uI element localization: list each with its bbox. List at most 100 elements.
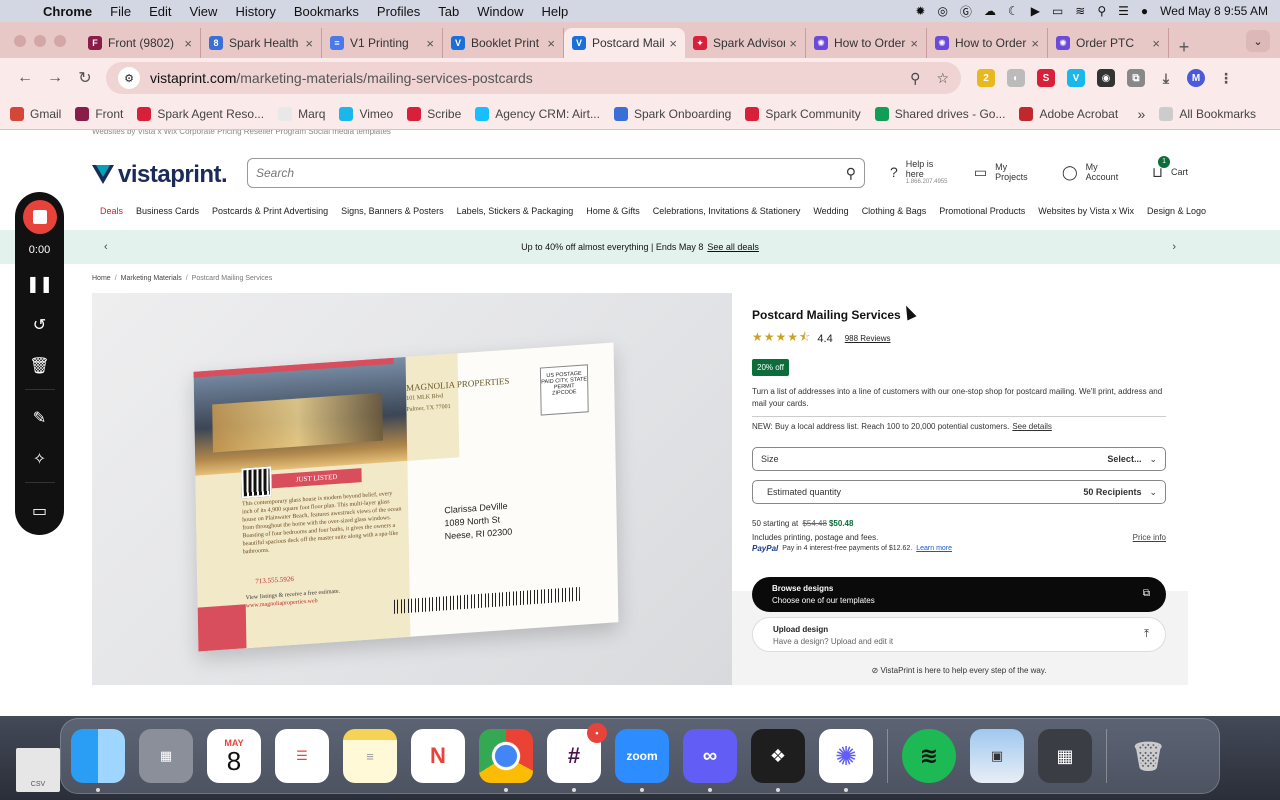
see-details-link[interactable]: See details: [1012, 422, 1052, 431]
profile-avatar[interactable]: M: [1187, 69, 1205, 87]
bookmark-item[interactable]: Scribe: [407, 106, 461, 121]
extension-grey-icon[interactable]: ◐: [1007, 69, 1025, 87]
bookmark-star-icon[interactable]: ☆: [936, 70, 949, 87]
restart-icon[interactable]: ↺: [25, 312, 55, 338]
close-window-button[interactable]: [14, 35, 26, 47]
menu-tab[interactable]: Tab: [429, 4, 468, 19]
breadcrumb-marketing-materials[interactable]: Marketing Materials: [121, 275, 182, 282]
nav-item[interactable]: Wedding: [813, 206, 848, 216]
help-link[interactable]: ? Help is here 1.866.207.4955: [890, 159, 952, 185]
play-icon[interactable]: ▶: [1031, 4, 1040, 18]
my-account-link[interactable]: ◯ My Account: [1062, 162, 1130, 182]
address-bar[interactable]: ⚙ vistaprint.com/marketing-materials/mai…: [106, 62, 961, 94]
close-tab-icon[interactable]: ×: [1031, 36, 1039, 51]
wifi-icon[interactable]: ≋: [1075, 4, 1085, 18]
close-tab-icon[interactable]: ×: [184, 36, 192, 51]
menu-history[interactable]: History: [226, 4, 284, 19]
site-info-icon[interactable]: ⚙: [118, 67, 140, 89]
nav-item[interactable]: Clothing & Bags: [862, 206, 927, 216]
zoom-icon[interactable]: zoom: [615, 729, 669, 792]
bookmark-item[interactable]: Adobe Acrobat: [1019, 106, 1118, 121]
promo-next-chevron-icon[interactable]: ›: [1172, 241, 1176, 253]
breadcrumb-home[interactable]: Home: [92, 275, 111, 282]
pencil-icon[interactable]: ✎: [25, 405, 55, 431]
tab-1[interactable]: 8 Spark Health ×: [201, 28, 322, 58]
moon-icon[interactable]: ☾: [1008, 4, 1019, 18]
tab-search-chevron-icon[interactable]: ⌄: [1246, 30, 1270, 52]
close-tab-icon[interactable]: ×: [426, 36, 434, 51]
nav-item[interactable]: Celebrations, Invitations & Stationery: [653, 206, 801, 216]
menu-edit[interactable]: Edit: [140, 4, 180, 19]
paypal-learn-more-link[interactable]: Learn more: [916, 545, 952, 552]
nav-item[interactable]: Deals: [100, 206, 123, 216]
bookmark-item[interactable]: Spark Onboarding: [613, 106, 731, 121]
close-tab-icon[interactable]: ×: [547, 36, 555, 51]
tab-3[interactable]: V Booklet Print ×: [443, 28, 564, 58]
size-select[interactable]: Size Select... ⌄: [752, 447, 1166, 471]
siri-icon[interactable]: ●: [1141, 4, 1148, 18]
menu-profiles[interactable]: Profiles: [368, 4, 429, 19]
news-icon[interactable]: N: [411, 729, 465, 783]
status-grammarly-icon[interactable]: Ⓖ: [960, 3, 972, 20]
extension-vimeo-icon[interactable]: V: [1067, 69, 1085, 87]
zoom-window-button[interactable]: [54, 35, 66, 47]
my-projects-link[interactable]: ▭ My Projects: [974, 162, 1040, 182]
price-info-link[interactable]: Price info: [1133, 533, 1166, 542]
puzzle-extensions-icon[interactable]: ⧉: [1127, 69, 1145, 87]
zoom-magnifier-icon[interactable]: ⚲: [910, 70, 920, 87]
quantity-select[interactable]: Estimated quantity 50 Recipients ⌄: [752, 480, 1166, 504]
control-center-icon[interactable]: ☰: [1118, 4, 1129, 18]
calculator-icon[interactable]: ▦: [1038, 729, 1092, 783]
chrome-icon[interactable]: [479, 729, 533, 792]
cart-link[interactable]: ⊔ 1 Cart: [1152, 155, 1188, 181]
trash-can-icon[interactable]: 🗑: [1121, 729, 1175, 783]
bookmarks-overflow-chevron-icon[interactable]: »: [1138, 106, 1146, 122]
close-tab-icon[interactable]: ×: [669, 36, 677, 51]
extension-loom-icon[interactable]: ◉: [1097, 69, 1115, 87]
tab-0[interactable]: F Front (9802) ×: [80, 28, 201, 58]
menu-bookmarks[interactable]: Bookmarks: [285, 4, 368, 19]
upload-design-button[interactable]: Upload design Have a design? Upload and …: [752, 617, 1166, 652]
close-tab-icon[interactable]: ×: [305, 36, 313, 51]
back-arrow-icon[interactable]: ←: [10, 69, 40, 87]
menu-view[interactable]: View: [180, 4, 226, 19]
finder-icon[interactable]: [71, 729, 125, 792]
preview-icon[interactable]: ▣: [970, 729, 1024, 783]
tab-8[interactable]: ✺ Order PTC ×: [1048, 28, 1169, 58]
extension-badge-icon[interactable]: 2: [977, 69, 995, 87]
csv-file-icon[interactable]: CSV: [16, 748, 60, 792]
all-bookmarks-folder[interactable]: All Bookmarks: [1159, 106, 1256, 121]
tab-4[interactable]: V Postcard Mail ×: [564, 28, 685, 58]
figma-icon[interactable]: ❖: [751, 729, 805, 792]
nav-item[interactable]: Signs, Banners & Posters: [341, 206, 444, 216]
vistaprint-logo[interactable]: vistaprint.: [92, 161, 228, 189]
browse-designs-button[interactable]: Browse designs Choose one of our templat…: [752, 577, 1166, 612]
nav-item[interactable]: Business Cards: [136, 206, 199, 216]
reload-icon[interactable]: ↻: [70, 68, 100, 88]
bookmark-item[interactable]: Spark Agent Reso...: [137, 106, 264, 121]
menu-window[interactable]: Window: [468, 4, 532, 19]
bookmark-item[interactable]: Spark Community: [745, 106, 861, 121]
close-tab-icon[interactable]: ×: [1152, 36, 1160, 51]
camera-icon[interactable]: ▭: [25, 498, 55, 524]
search-icon[interactable]: ⚲: [846, 165, 856, 182]
spotlight-search-icon[interactable]: ⚲: [1097, 4, 1106, 18]
stop-recording-button[interactable]: [22, 200, 57, 234]
menu-app-name[interactable]: Chrome: [34, 4, 101, 19]
bookmark-item[interactable]: Shared drives - Go...: [874, 106, 1005, 121]
nav-item[interactable]: Postcards & Print Advertising: [212, 206, 328, 216]
forward-arrow-icon[interactable]: →: [40, 69, 70, 87]
nav-item[interactable]: Promotional Products: [939, 206, 1025, 216]
pause-icon[interactable]: ❚❚: [25, 271, 55, 297]
menu-help[interactable]: Help: [533, 4, 578, 19]
slack-icon[interactable]: # •: [547, 723, 607, 792]
status-creative-cloud-icon[interactable]: ◎: [937, 4, 947, 18]
menubar-datetime[interactable]: Wed May 8 9:55 AM: [1160, 4, 1268, 18]
more-menu-icon[interactable]: ⋮: [1217, 69, 1235, 87]
bookmark-item[interactable]: Vimeo: [339, 106, 393, 121]
tab-6[interactable]: ✺ How to Order ×: [806, 28, 927, 58]
minimize-window-button[interactable]: [34, 35, 46, 47]
bookmark-item[interactable]: Front: [75, 106, 123, 121]
close-tab-icon[interactable]: ×: [910, 36, 918, 51]
spotify-icon[interactable]: ≋: [902, 729, 956, 783]
